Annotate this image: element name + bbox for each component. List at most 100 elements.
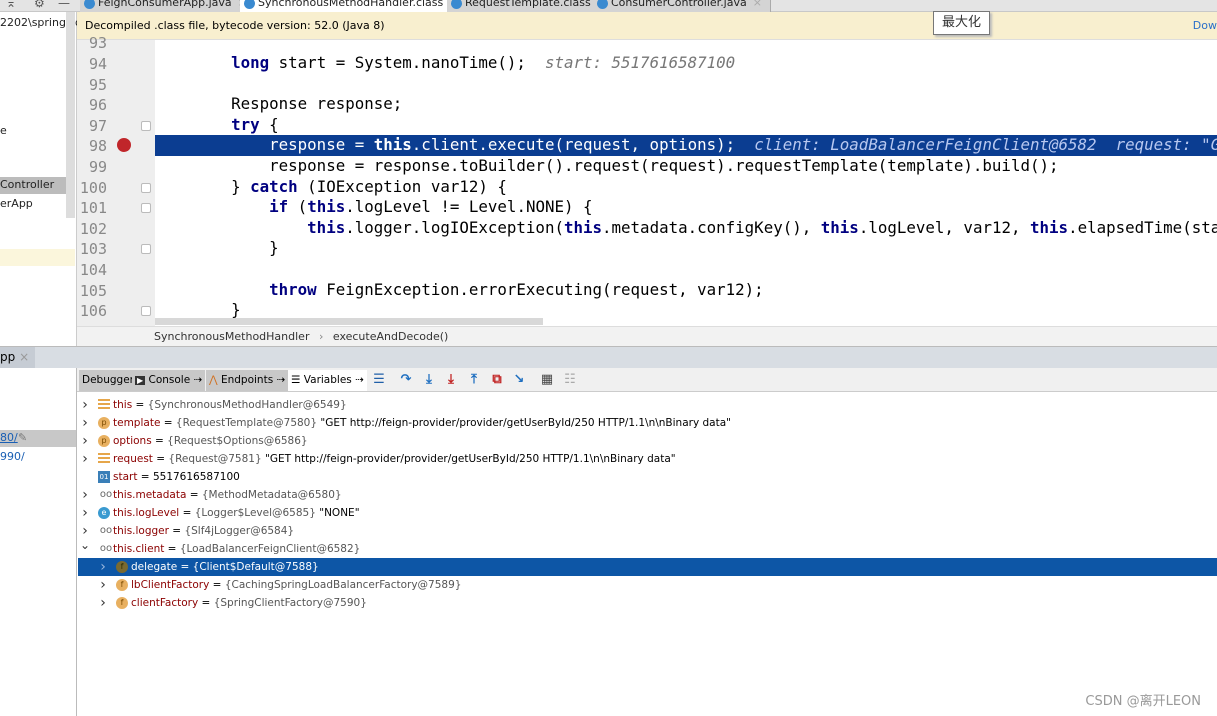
expand-arrow-icon[interactable]: › bbox=[80, 396, 90, 414]
code-token: FeignException.errorExecuting(request, v… bbox=[316, 279, 764, 299]
variable-type: {Request$Options@6586} bbox=[167, 435, 308, 447]
maximize-tooltip: 最大化 bbox=[933, 11, 990, 35]
step-into-icon[interactable]: ⤓ bbox=[421, 372, 437, 388]
expand-arrow-icon[interactable]: › bbox=[98, 594, 108, 612]
variable-row[interactable]: › f lbClientFactory = {CachingSpringLoadBa… bbox=[78, 576, 1217, 594]
tab-endpoints[interactable]: ⋀ Endpoints ⇢ bbox=[206, 370, 289, 391]
evaluate-expression-icon[interactable]: ▦ bbox=[539, 372, 555, 388]
tab-debugger[interactable]: Debugger bbox=[79, 370, 137, 391]
tab-variables[interactable]: ☰ Variables ⇢ bbox=[288, 370, 367, 391]
variable-row[interactable]: › f delegate = {Client$Default@7588} bbox=[78, 558, 1217, 576]
variable-name: this.logLevel bbox=[113, 507, 180, 519]
line-gutter[interactable]: 93 94 95 96 97 98 99 100 101 102 103 104 105 106 bbox=[77, 34, 155, 326]
oo-icon: oo bbox=[99, 489, 113, 500]
editor-tab[interactable]: SynchronousMethodHandler.class× bbox=[240, 0, 468, 12]
project-item[interactable]: e bbox=[0, 124, 7, 137]
fold-marker-icon[interactable] bbox=[141, 182, 151, 193]
class-file-icon bbox=[597, 0, 608, 9]
collapse-icon[interactable]: ⌅ bbox=[6, 0, 16, 10]
minimize-icon[interactable]: — bbox=[58, 0, 70, 10]
variable-row[interactable]: ⌄ oo this.client = {LoadBalancerFeignClien… bbox=[78, 538, 1217, 558]
variable-row[interactable]: › p template = {RequestTemplate@7580} "GET… bbox=[78, 414, 1217, 432]
variable-row[interactable]: › oo this.logger = {Slf4jLogger@6584} bbox=[78, 522, 1217, 540]
variable-text: this = {SynchronousMethodHandler@6549} bbox=[113, 399, 347, 411]
variable-row[interactable]: › oo this.metadata = {MethodMetadata@6580} bbox=[78, 486, 1217, 504]
line-number: 101 bbox=[79, 199, 107, 218]
code-token: (IOException var12) { bbox=[297, 176, 507, 196]
edit-icon[interactable]: ✎ bbox=[18, 431, 27, 444]
horizontal-scrollbar[interactable] bbox=[155, 318, 543, 325]
debug-session-tab[interactable]: pp × bbox=[0, 347, 36, 368]
f-icon: f bbox=[116, 597, 128, 609]
fold-marker-icon[interactable] bbox=[141, 120, 151, 131]
tab-label: ConsumerController.java bbox=[611, 0, 747, 9]
variable-text: this.client = {LoadBalancerFeignClient@6… bbox=[113, 543, 361, 555]
variable-row[interactable]: › request = {Request@7581} "GET http://fe… bbox=[78, 450, 1217, 468]
tab-console[interactable]: ▶ Console ⇢ bbox=[132, 370, 206, 391]
class-file-icon bbox=[451, 0, 462, 9]
expand-arrow-icon[interactable]: › bbox=[80, 504, 90, 522]
trace-icon[interactable]: ☷ bbox=[562, 372, 578, 388]
line-number: 100 bbox=[79, 178, 107, 197]
code-editor[interactable]: long start = System.nanoTime(); start: 5… bbox=[155, 40, 1217, 326]
variable-row[interactable]: 01 start = 5517616587100 bbox=[78, 468, 1217, 486]
variable-row[interactable]: › e this.logLevel = {Logger$Level@6585} "N… bbox=[78, 504, 1217, 522]
service-link[interactable]: 990/ bbox=[0, 450, 25, 463]
project-item[interactable]: erApp bbox=[0, 197, 33, 210]
breakpoint-icon[interactable] bbox=[117, 138, 131, 152]
expand-arrow-icon[interactable]: › bbox=[80, 450, 90, 468]
breadcrumb-class[interactable]: SynchronousMethodHandler bbox=[154, 330, 309, 343]
expand-arrow-icon[interactable]: › bbox=[80, 414, 90, 432]
expand-arrow-icon[interactable]: › bbox=[98, 576, 108, 594]
project-item[interactable]: Controller bbox=[0, 178, 54, 191]
force-step-into-icon[interactable]: ⤓ bbox=[443, 372, 459, 388]
fold-marker-icon[interactable] bbox=[141, 306, 151, 317]
drop-frame-icon[interactable]: ⧉ bbox=[489, 372, 505, 388]
fold-marker-icon[interactable] bbox=[141, 203, 151, 214]
run-to-cursor-icon[interactable]: ↘ bbox=[511, 372, 527, 388]
editor-tab[interactable]: ConsumerController.java × bbox=[593, 0, 771, 12]
step-over-icon[interactable]: ↷ bbox=[398, 372, 414, 388]
code-token: .logLevel, var12, bbox=[858, 217, 1031, 237]
variable-type: {SpringClientFactory@7590} bbox=[213, 597, 367, 609]
step-out-icon[interactable]: ⤒ bbox=[466, 372, 482, 388]
variable-type: {CachingSpringLoadBalancerFactory@7589} bbox=[224, 579, 462, 591]
gear-icon[interactable]: ⚙ bbox=[34, 0, 45, 10]
menu-icon[interactable]: ☰ bbox=[371, 372, 387, 388]
variable-name: this.client bbox=[113, 543, 165, 555]
line-number: 98 bbox=[88, 137, 107, 156]
code-token: if bbox=[269, 197, 289, 217]
variable-text: this.metadata = {MethodMetadata@6580} bbox=[113, 489, 342, 501]
variable-value: "GET http://feign-provider/provider/getU… bbox=[320, 417, 731, 429]
code-line: try { bbox=[155, 115, 1217, 136]
variable-row[interactable]: › p options = {Request$Options@6586} bbox=[78, 432, 1217, 450]
editor-tab[interactable]: FeignConsumerApp.java× bbox=[80, 0, 256, 12]
scrollbar[interactable] bbox=[66, 12, 75, 218]
code-token: } bbox=[155, 300, 241, 320]
variable-text: this.logger = {Slf4jLogger@6584} bbox=[113, 525, 295, 537]
line-number: 97 bbox=[88, 116, 107, 135]
editor-tab-bar: ⌅ ⚙ — FeignConsumerApp.java×SynchronousM… bbox=[0, 0, 1217, 12]
tab-label: SynchronousMethodHandler.class bbox=[258, 0, 444, 9]
code-token: this bbox=[307, 217, 346, 237]
service-link[interactable]: 80/ bbox=[0, 431, 18, 444]
expand-arrow-icon[interactable]: › bbox=[98, 558, 108, 576]
close-tab-icon[interactable]: × bbox=[753, 0, 762, 9]
expand-arrow-icon[interactable]: › bbox=[80, 432, 90, 450]
fold-marker-icon[interactable] bbox=[141, 244, 151, 255]
variable-type: {LoadBalancerFeignClient@6582} bbox=[179, 543, 361, 555]
variable-row[interactable]: › this = {SynchronousMethodHandler@6549} bbox=[78, 396, 1217, 414]
line-number: 94 bbox=[88, 55, 107, 73]
expand-arrow-icon[interactable]: › bbox=[80, 486, 90, 504]
expanded-arrow-icon[interactable]: ⌄ bbox=[80, 536, 90, 554]
editor-tab[interactable]: RequestTemplate.class× bbox=[447, 0, 615, 12]
download-sources-link[interactable]: Dow bbox=[1193, 12, 1217, 40]
breadcrumb-method[interactable]: executeAndDecode() bbox=[333, 330, 448, 343]
inline-debug-value: start: 5517616587100 bbox=[544, 53, 736, 72]
banner-text: Decompiled .class file, bytecode version… bbox=[85, 19, 385, 32]
variable-row[interactable]: › f clientFactory = {SpringClientFactory@7… bbox=[78, 594, 1217, 612]
variable-text: template = {RequestTemplate@7580} "GET h… bbox=[113, 417, 731, 429]
